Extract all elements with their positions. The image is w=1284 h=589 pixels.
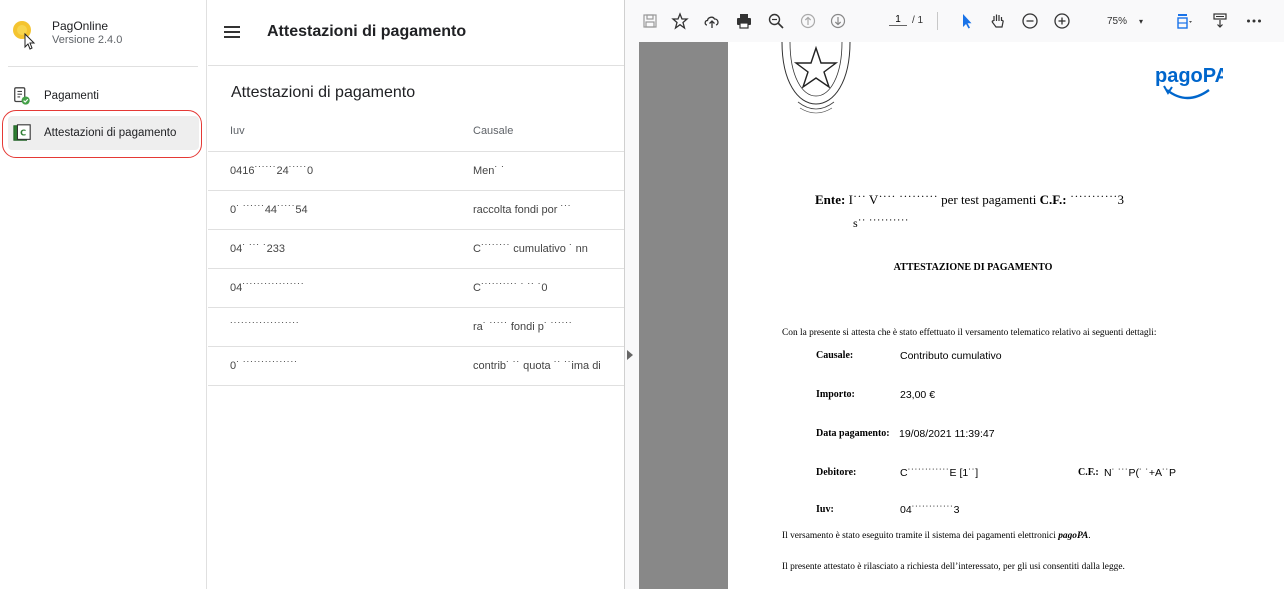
pdf-toolbar: / 1 75% ▾ [625, 0, 1284, 42]
ente-name: I˙˙˙ V˙˙˙˙ ˙˙˙˙˙˙˙˙˙ per test pagamenti [848, 192, 1037, 207]
cell-causale: C˙˙˙˙˙˙˙˙˙˙ ˙ ˙˙ ˙0 [473, 282, 548, 294]
hamburger-menu-icon[interactable] [222, 22, 242, 42]
sidebar-toggle[interactable] [625, 42, 639, 589]
table-row[interactable]: 0˙ ˙˙˙˙˙˙44˙˙˙˙˙54 raccolta fondi por ˙˙… [208, 191, 624, 230]
chevron-down-icon: ▾ [1139, 16, 1144, 26]
importo-label: Importo: [816, 389, 855, 400]
pdf-page: pagoPA Ente: I˙˙˙ V˙˙˙˙ ˙˙˙˙˙˙˙˙˙ per te… [728, 42, 1284, 589]
bookmark-star-icon[interactable] [669, 10, 691, 32]
page-down-icon[interactable] [827, 10, 849, 32]
cell-causale: raccolta fondi por ˙˙˙ [473, 204, 572, 216]
zoom-in-icon[interactable] [1051, 10, 1073, 32]
cell-iuv: ˙˙˙˙˙˙˙˙˙˙˙˙˙˙˙˙˙˙˙ [230, 321, 300, 333]
table-row[interactable]: 0˙ ˙˙˙˙˙˙˙˙˙˙˙˙˙˙˙ contrib˙ ˙˙ quota ˙˙ … [208, 347, 624, 386]
cell-causale: contrib˙ ˙˙ quota ˙˙ ˙˙ima di [473, 360, 601, 372]
footer-note-1-text: Il versamento è stato eseguito tramite i… [782, 531, 1059, 541]
table-header: Iuv Causale [208, 112, 624, 152]
more-icon[interactable] [1243, 10, 1265, 32]
fit-width-icon[interactable] [1173, 10, 1195, 32]
table-row[interactable]: 0416˙˙˙˙˙˙24˙˙˙˙˙0 Men˙ ˙ [208, 152, 624, 191]
toolbar-divider [937, 12, 938, 30]
cell-iuv: 04˙ ˙˙˙ ˙233 [230, 243, 286, 255]
ente-cf-label: C.F.: [1039, 192, 1067, 207]
table-row[interactable]: ˙˙˙˙˙˙˙˙˙˙˙˙˙˙˙˙˙˙˙ ra˙ ˙˙˙˙˙ fondi p˙ ˙… [208, 308, 624, 347]
save-icon[interactable] [639, 10, 661, 32]
page-number: / 1 [889, 14, 923, 26]
sidebar-item-attestazioni[interactable]: C Attestazioni di pagamento [8, 116, 199, 150]
footer-note-1-end: . [1088, 531, 1091, 541]
cell-causale: Men˙ ˙ [473, 165, 505, 177]
app-version: Versione 2.4.0 [52, 34, 123, 46]
iuv-label: Iuv: [816, 504, 834, 515]
hand-icon[interactable] [987, 10, 1009, 32]
svg-text:C: C [20, 128, 26, 138]
sidebar-item-label: Attestazioni di pagamento [44, 127, 177, 139]
upload-icon[interactable] [701, 10, 723, 32]
app-brand: PagOnline Versione 2.4.0 [0, 0, 207, 66]
debitore-value: C˙˙˙˙˙˙˙˙˙˙˙˙E [1˙˙] [900, 467, 979, 479]
pdf-viewer: / 1 75% ▾ [624, 0, 1284, 589]
ente-line-2: s˙˙ ˙˙˙˙˙˙˙˙˙˙ [853, 216, 909, 230]
download-icon[interactable] [1209, 10, 1231, 32]
document-title: ATTESTAZIONE DI PAGAMENTO [893, 262, 1053, 273]
causale-value: Contributo cumulativo [900, 350, 1002, 362]
print-icon[interactable] [733, 10, 755, 32]
divider [8, 66, 198, 67]
receipt-icon: C [11, 122, 33, 144]
debitore-label: Debitore: [816, 467, 857, 478]
column-header-iuv[interactable]: Iuv [230, 125, 245, 137]
table-row[interactable]: 04˙˙˙˙˙˙˙˙˙˙˙˙˙˙˙˙˙ C˙˙˙˙˙˙˙˙˙˙ ˙ ˙˙ ˙0 [208, 269, 624, 308]
causale-label: Causale: [816, 350, 854, 361]
cell-causale: ra˙ ˙˙˙˙˙ fondi p˙ ˙˙˙˙˙˙ [473, 321, 573, 333]
zoom-search-icon[interactable] [765, 10, 787, 32]
footer-note-1-emphasis: pagoPA [1058, 531, 1089, 541]
document-check-icon [11, 85, 33, 107]
pdf-canvas[interactable]: pagoPA Ente: I˙˙˙ V˙˙˙˙ ˙˙˙˙˙˙˙˙˙ per te… [639, 42, 1284, 589]
cell-causale: C˙˙˙˙˙˙˙˙ cumulativo ˙ nn [473, 243, 588, 255]
page-up-icon[interactable] [797, 10, 819, 32]
attestazioni-list: Attestazioni di pagamento Iuv Causale 04… [208, 67, 624, 589]
debitore-cf-label: C.F.: [1078, 467, 1099, 478]
sidebar: PagOnline Versione 2.4.0 Pagamenti C Att… [0, 0, 207, 589]
chevron-right-icon [627, 350, 633, 360]
page-total: / 1 [912, 14, 924, 26]
pagopa-logo-text: pagoPA [1155, 65, 1223, 87]
select-pointer-icon[interactable] [955, 10, 977, 32]
table-row[interactable]: 04˙ ˙˙˙ ˙233 C˙˙˙˙˙˙˙˙ cumulativo ˙ nn [208, 230, 624, 269]
iuv-value: 04˙˙˙˙˙˙˙˙˙˙˙˙3 [900, 504, 960, 516]
page-title: Attestazioni di pagamento [267, 23, 467, 40]
data-pagamento-label: Data pagamento: [816, 428, 890, 439]
page-number-input[interactable] [889, 14, 907, 26]
footer-note-2: Il presente attestato è rilasciato a ric… [782, 562, 1125, 572]
app-name: PagOnline [52, 19, 109, 33]
cell-iuv: 0˙ ˙˙˙˙˙˙44˙˙˙˙˙54 [230, 204, 308, 216]
sidebar-item-label: Pagamenti [44, 90, 99, 102]
pagopa-logo-icon: pagoPA [1155, 65, 1223, 100]
column-header-causale[interactable]: Causale [473, 125, 513, 137]
cell-iuv: 0416˙˙˙˙˙˙24˙˙˙˙˙0 [230, 165, 314, 177]
emblem-seal-icon [781, 42, 851, 114]
zoom-out-icon[interactable] [1019, 10, 1041, 32]
ente-line: Ente: I˙˙˙ V˙˙˙˙ ˙˙˙˙˙˙˙˙˙ per test paga… [815, 192, 1124, 208]
cell-iuv: 0˙ ˙˙˙˙˙˙˙˙˙˙˙˙˙˙˙ [230, 360, 298, 372]
sidebar-item-pagamenti[interactable]: Pagamenti [8, 79, 199, 113]
debitore-cf-value: N˙ ˙˙˙P(˙ ˙+A˙˙P [1104, 467, 1177, 479]
data-pagamento-value: 19/08/2021 11:39:47 [899, 428, 995, 440]
importo-value: 23,00 € [900, 389, 936, 401]
intro-text: Con la presente si attesta che è stato e… [782, 328, 1157, 338]
list-title: Attestazioni di pagamento [231, 84, 416, 101]
pagonline-logo-icon [13, 21, 36, 50]
cell-iuv: 04˙˙˙˙˙˙˙˙˙˙˙˙˙˙˙˙˙ [230, 282, 305, 294]
zoom-value: 75% [1107, 15, 1128, 27]
ente-cf-value: ˙˙˙˙˙˙˙˙˙˙˙3 [1069, 192, 1124, 207]
app-header: Attestazioni di pagamento [208, 0, 624, 66]
ente-label: Ente: [815, 192, 846, 207]
footer-note-1: Il versamento è stato eseguito tramite i… [782, 531, 1091, 541]
zoom-select[interactable]: 75% ▾ [1105, 12, 1161, 30]
